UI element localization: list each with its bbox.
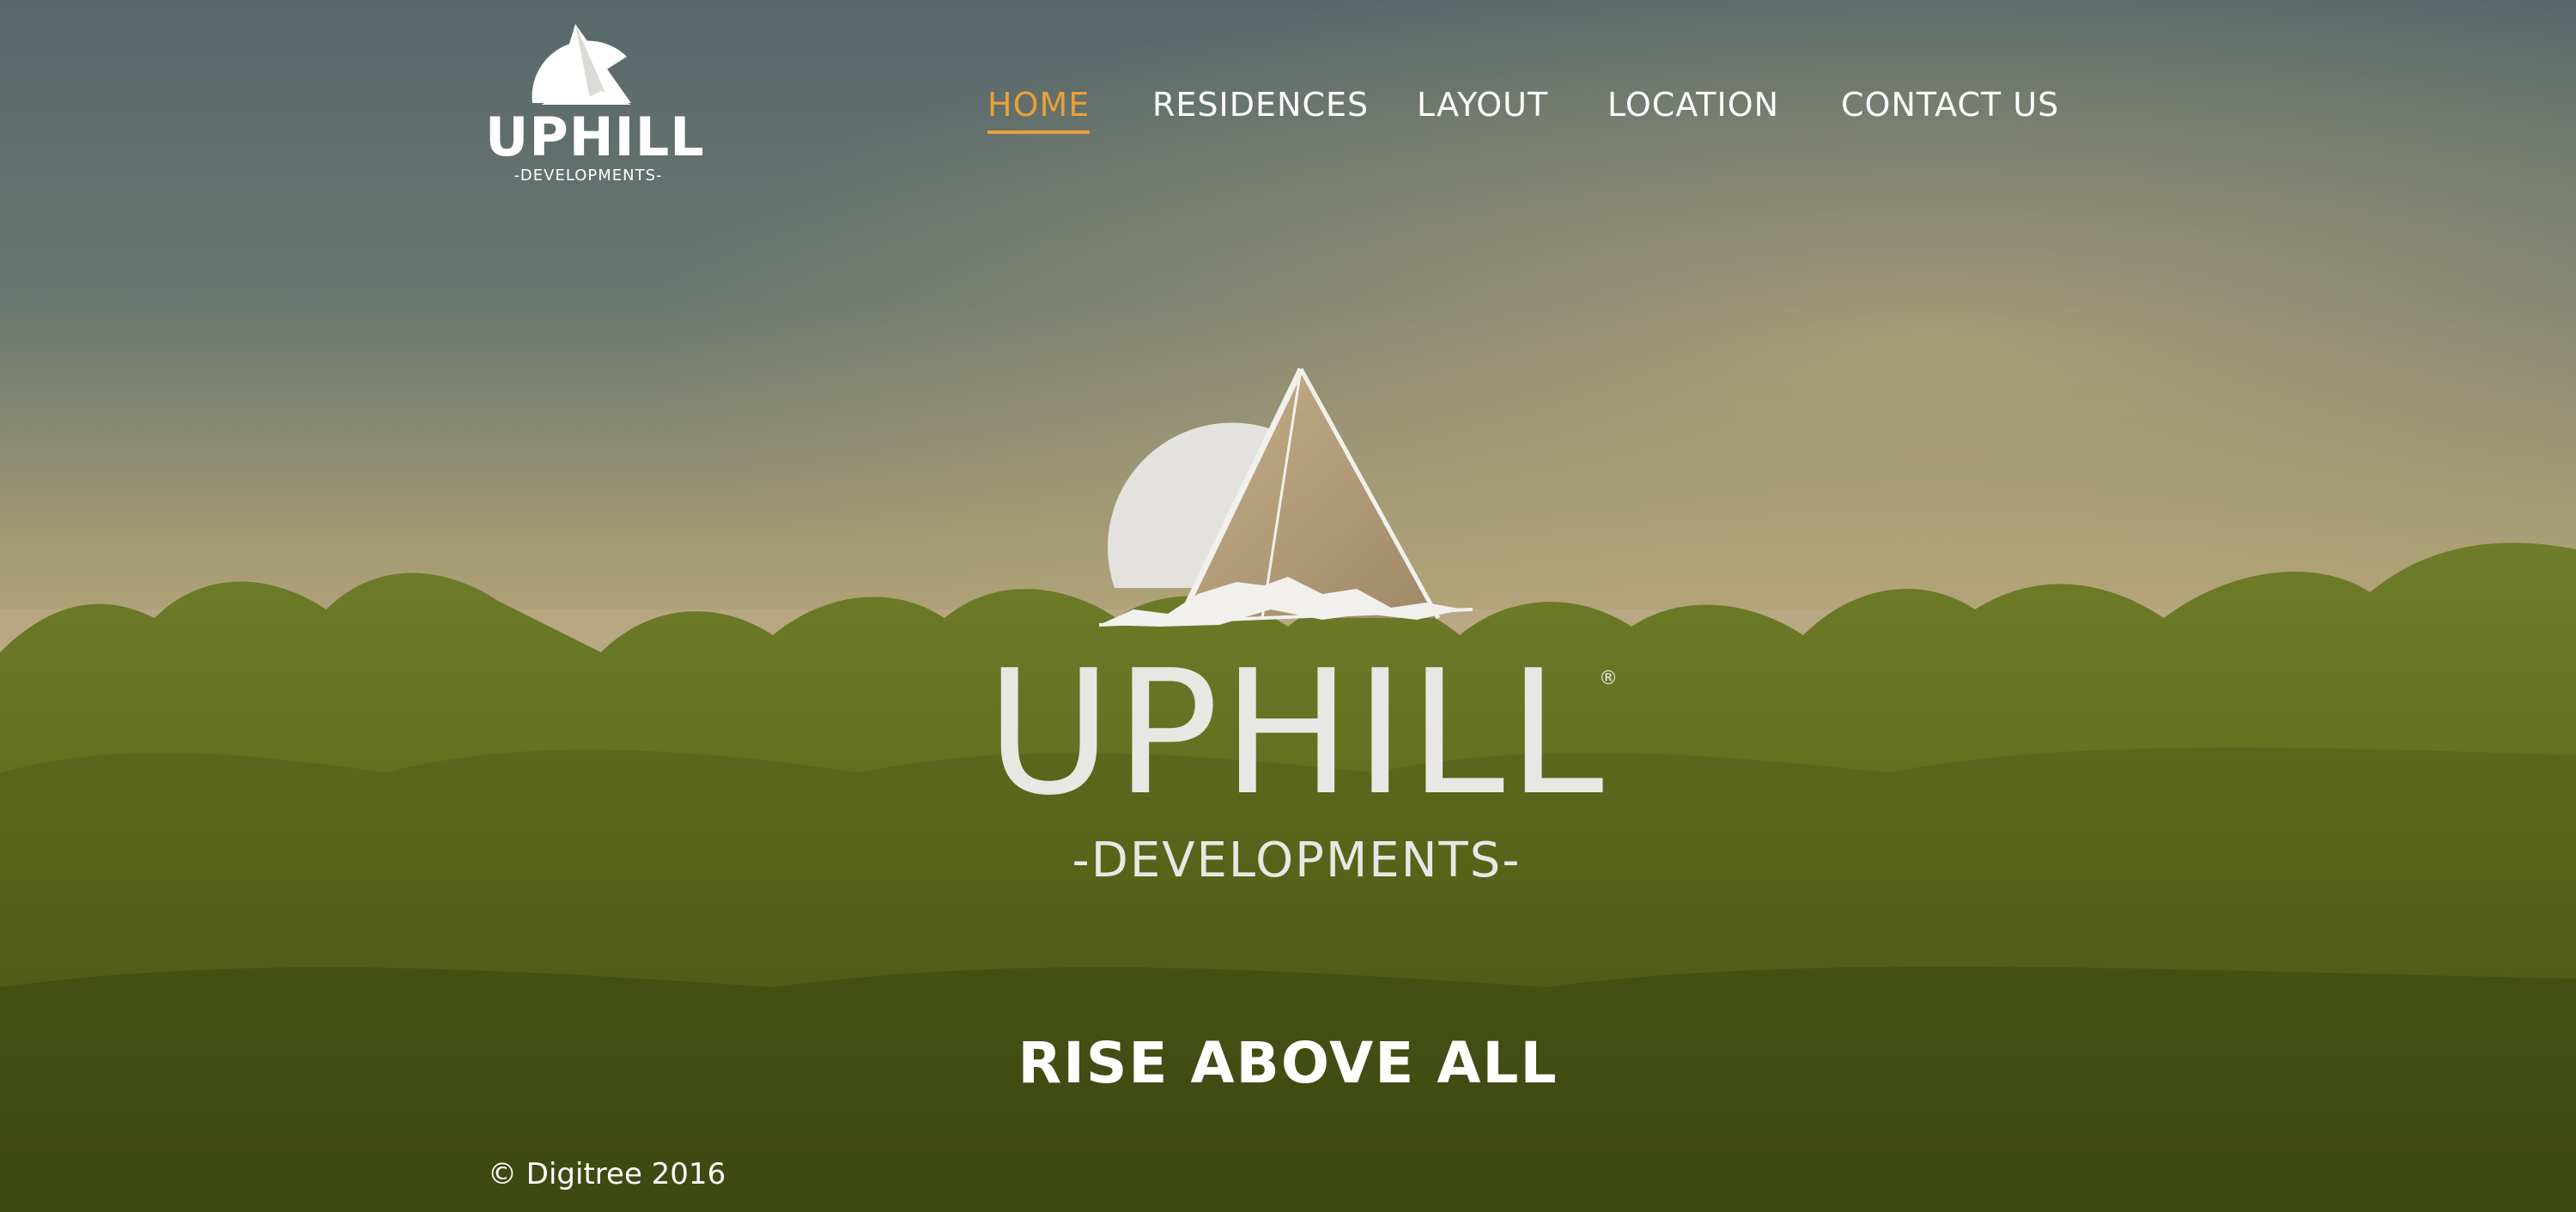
footer-copyright: © Digitree 2016 <box>488 1157 726 1191</box>
hero-brand-sub: -DEVELOPMENTS- <box>1072 833 1522 888</box>
registered-mark: ® <box>1599 668 1618 689</box>
nav-layout-label: LAYOUT <box>1417 86 1549 124</box>
hero-tagline: RISE ABOVE ALL <box>1018 1030 1558 1096</box>
nav-location[interactable]: LOCATION <box>1607 81 1779 129</box>
header-brand-sub: -DEVELOPMENTS- <box>513 167 663 185</box>
nav-home[interactable]: HOME <box>987 81 1091 134</box>
nav-layout[interactable]: LAYOUT <box>1417 81 1548 129</box>
nav-home-label: HOME <box>987 86 1091 124</box>
nav-residences[interactable]: RESIDENCES <box>1152 81 1369 129</box>
hero-brand-name: UPHILL <box>986 633 1607 833</box>
hero-mountain-icon <box>1098 367 1473 627</box>
page: UPHILL -DEVELOPMENTS- HOME RESIDENCES LA… <box>0 0 2576 1212</box>
nav-location-label: LOCATION <box>1607 86 1780 124</box>
nav-active-underline <box>987 130 1091 134</box>
nav-contact-us-label: CONTACT US <box>1841 86 2060 124</box>
nav-contact-us[interactable]: CONTACT US <box>1841 81 2059 129</box>
nav-residences-label: RESIDENCES <box>1152 86 1370 124</box>
header-brand-name: UPHILL <box>485 106 705 168</box>
